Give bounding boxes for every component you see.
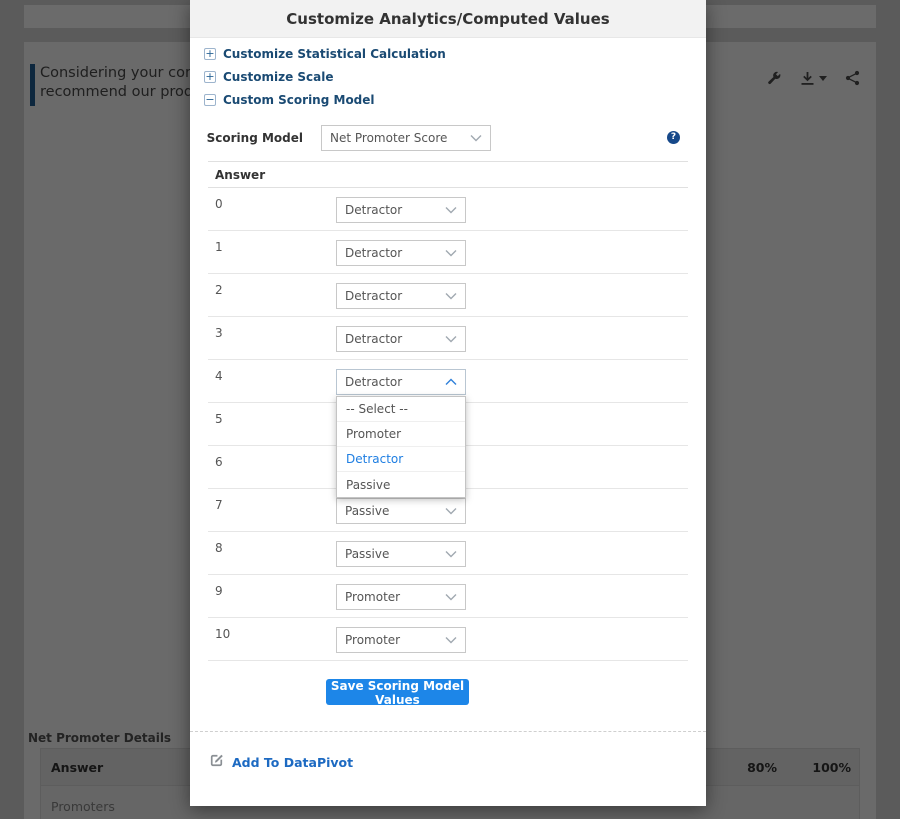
answer-select[interactable]: Promoter	[336, 584, 466, 610]
chevron-down-icon	[445, 206, 457, 214]
answer-select-value: Passive	[345, 504, 445, 518]
customize-analytics-modal: Customize Analytics/Computed Values + Cu…	[190, 0, 706, 806]
edit-pencil-square-icon	[209, 753, 224, 772]
answer-label: 9	[215, 584, 223, 598]
expand-plus-icon: +	[204, 71, 216, 83]
collapse-minus-icon: −	[204, 94, 216, 106]
answer-row: 1 Detractor	[208, 231, 688, 274]
scoring-model-value: Net Promoter Score	[330, 131, 470, 145]
answer-select[interactable]: Detractor	[336, 197, 466, 223]
dropdown-option[interactable]: -- Select --	[337, 397, 465, 422]
answer-select[interactable]: Detractor	[336, 240, 466, 266]
answer-label: 0	[215, 197, 223, 211]
scoring-model-label: Scoring Model	[204, 131, 303, 145]
answer-row: 0 Detractor	[208, 188, 688, 231]
answer-select[interactable]: Detractor	[336, 283, 466, 309]
add-to-datapivot-link[interactable]: Add To DataPivot	[209, 753, 353, 772]
answer-row: 2 Detractor	[208, 274, 688, 317]
answer-label: 10	[215, 627, 230, 641]
chevron-down-icon	[445, 507, 457, 515]
answer-label: 5	[215, 412, 223, 426]
answer-row: 10 Promoter	[208, 618, 688, 661]
answer-label: 7	[215, 498, 223, 512]
answer-select-value: Promoter	[345, 633, 445, 647]
chevron-down-icon	[445, 550, 457, 558]
select-dropdown-list: -- Select --PromoterDetractorPassive	[336, 396, 466, 498]
answer-label: 2	[215, 283, 223, 297]
help-question-icon[interactable]: ?	[667, 131, 680, 144]
chevron-down-icon	[445, 292, 457, 300]
section-custom-scoring-model[interactable]: − Custom Scoring Model	[204, 93, 375, 107]
answer-select-value: Passive	[345, 547, 445, 561]
answer-row: 4Detractor-- Select --PromoterDetractorP…	[208, 360, 688, 403]
answer-row: 9 Promoter	[208, 575, 688, 618]
answer-select-value: Detractor	[345, 203, 445, 217]
chevron-down-icon	[445, 335, 457, 343]
answers-table: Answer 0 Detractor 1 Detractor 2 Detractor 3 De…	[208, 161, 688, 661]
answer-select-value: Promoter	[345, 590, 445, 604]
answer-select[interactable]: Passive	[336, 541, 466, 567]
section-label: Customize Scale	[223, 70, 334, 84]
answer-label: 3	[215, 326, 223, 340]
chevron-down-icon	[445, 593, 457, 601]
section-label: Custom Scoring Model	[223, 93, 375, 107]
answer-select-value: Detractor	[345, 332, 445, 346]
answer-select-value: Detractor	[345, 375, 445, 389]
chevron-down-icon	[445, 249, 457, 257]
chevron-down-icon	[445, 636, 457, 644]
answer-row: 8 Passive	[208, 532, 688, 575]
answer-select[interactable]: Promoter	[336, 627, 466, 653]
answer-label: 8	[215, 541, 223, 555]
dropdown-option[interactable]: Detractor	[337, 447, 465, 472]
section-label: Customize Statistical Calculation	[223, 47, 446, 61]
expand-plus-icon: +	[204, 48, 216, 60]
answer-select[interactable]: Detractor	[336, 369, 466, 395]
answer-select[interactable]: Detractor	[336, 326, 466, 352]
dropdown-option[interactable]: Promoter	[337, 422, 465, 447]
answer-select-value: Detractor	[345, 289, 445, 303]
answer-label: 4	[215, 369, 223, 383]
dashed-divider	[190, 731, 706, 732]
answer-label: 6	[215, 455, 223, 469]
answer-select[interactable]: Passive	[336, 498, 466, 524]
chevron-down-icon	[470, 134, 482, 142]
scoring-model-select[interactable]: Net Promoter Score	[321, 125, 491, 151]
section-customize-statistical-calculation[interactable]: + Customize Statistical Calculation	[204, 47, 446, 61]
answer-label: 1	[215, 240, 223, 254]
section-customize-scale[interactable]: + Customize Scale	[204, 70, 334, 84]
answer-select-value: Detractor	[345, 246, 445, 260]
answers-table-header: Answer	[208, 161, 688, 188]
answer-row: 3 Detractor	[208, 317, 688, 360]
modal-title: Customize Analytics/Computed Values	[190, 0, 706, 38]
add-to-datapivot-label: Add To DataPivot	[232, 755, 353, 770]
chevron-up-icon	[445, 378, 457, 386]
save-scoring-model-button[interactable]: Save Scoring Model Values	[326, 679, 469, 705]
screen: Considering your com recommend our produ…	[0, 0, 900, 819]
dropdown-option[interactable]: Passive	[337, 472, 465, 497]
